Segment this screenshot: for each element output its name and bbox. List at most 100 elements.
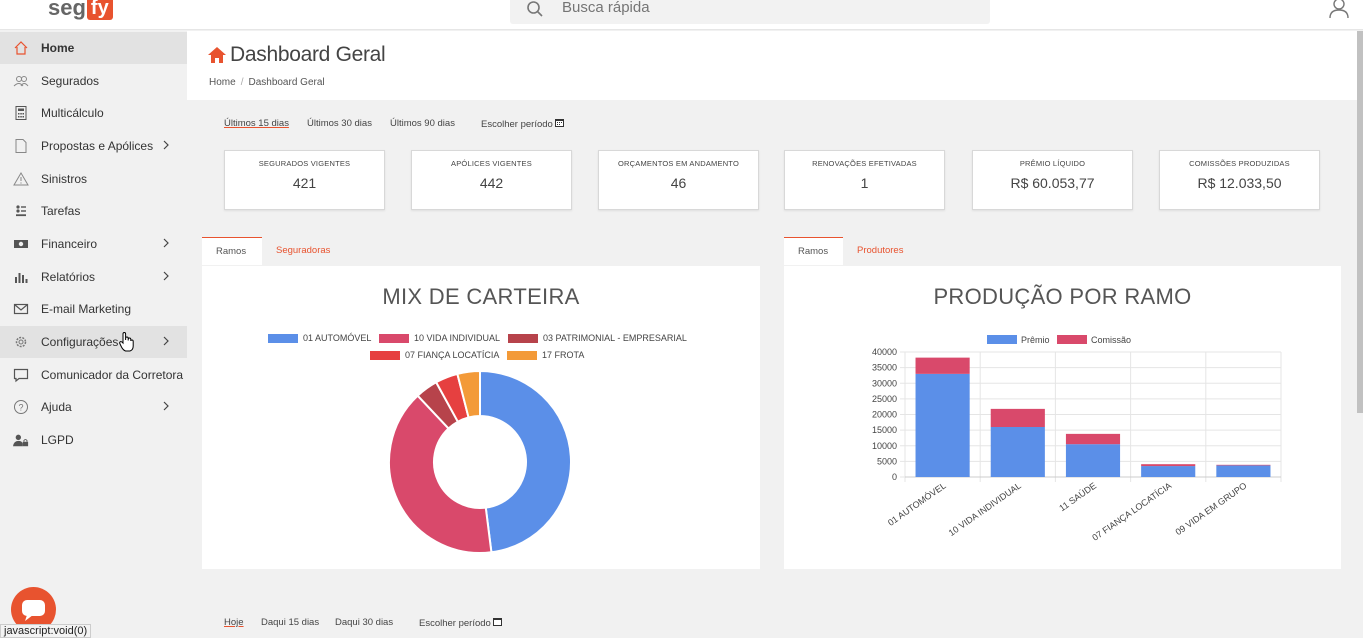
sidebar-item-tarefas[interactable]: Tarefas [0,195,187,227]
sidebar-item-label: LGPD [41,433,74,447]
donut-chart [388,369,572,554]
search-input[interactable] [562,0,962,16]
y-tick-label: 15000 [872,425,897,435]
gear-icon [15,336,27,348]
sidebar-item-label: Segurados [41,74,100,88]
money-icon [14,240,28,248]
kpi-title: PRÊMIO LÍQUIDO [1019,159,1086,168]
filter-15-days[interactable]: Últimos 15 dias [224,118,289,129]
chevron-right-icon [163,238,169,248]
tab-ramos[interactable]: Ramos [202,237,262,265]
calendar-icon [555,119,565,127]
sidebar-item-lgpd[interactable]: LGPD [0,424,187,456]
kpi-card-premio: PRÊMIO LÍQUIDO R$ 60.053,77 [972,150,1133,210]
tab-seguradoras[interactable]: Seguradoras [262,237,344,265]
scrollbar[interactable] [1357,31,1363,413]
x-tick-label: 10 VIDA INDIVIDUAL [947,480,1023,538]
filter-today[interactable]: Hoje [224,617,244,628]
filter-choose-period[interactable]: Escolher período [419,617,503,629]
chevron-right-icon [163,140,169,150]
tab-ramos[interactable]: Ramos [784,237,843,265]
breadcrumb-current: Dashboard Geral [248,77,325,88]
bar [1065,433,1121,445]
y-tick-label: 10000 [872,441,897,451]
sidebar-item-multicalculo[interactable]: Multicálculo [0,97,187,129]
chevron-right-icon [163,271,169,281]
tasks-icon [16,205,26,217]
sidebar-item-propostas[interactable]: Propostas e Apólices [0,130,187,162]
sidebar-item-configuracoes[interactable]: Configurações [0,326,187,358]
bar [1065,444,1121,477]
tab-produtores[interactable]: Produtores [843,237,917,265]
sidebar-item-label: Home [41,41,75,55]
email-icon [13,303,29,315]
y-tick-label: 40000 [872,347,897,357]
home-icon [14,41,28,55]
warning-icon [13,172,29,186]
y-tick-label: 0 [892,472,897,482]
kpi-value: 46 [670,175,687,191]
bar [1216,464,1271,466]
x-tick-label: 07 FIANÇA LOCATÍCIA [1090,480,1173,542]
main-content: Dashboard Geral Home / Dashboard Geral Últ… [187,31,1357,638]
y-tick-label: 5000 [877,456,897,466]
sidebar-item-email-marketing[interactable]: E-mail Marketing [0,293,187,325]
document-icon [15,139,27,153]
y-tick-label: 30000 [872,378,897,388]
bar-chart: Prêmio Comissão 0 5000 10000 15000 20000 25000 3… [872,335,1282,543]
kpi-title: COMISSÕES PRODUZIDAS [1189,159,1290,168]
logo-text-right: fy [86,0,113,20]
y-tick-label: 25000 [872,394,897,404]
breadcrumb: Home / Dashboard Geral [209,77,325,88]
kpi-value: 1 [860,175,869,191]
filter-30-days[interactable]: Últimos 30 dias [307,118,372,129]
kpi-card-comissoes: COMISSÕES PRODUZIDAS R$ 12.033,50 [1159,150,1320,210]
bar [1141,464,1196,467]
search-box[interactable] [510,0,990,24]
y-tick-label: 20000 [872,410,897,420]
top-bar: seg fy [0,0,1363,30]
kpi-card-apolices: APÓLICES VIGENTES 442 [411,150,572,210]
filter-choose-period[interactable]: Escolher período [481,118,565,130]
x-tick-label: 11 SAÚDE [1057,480,1098,513]
chevron-right-icon [163,401,169,411]
sidebar-item-label: Tarefas [41,204,81,218]
users-icon [13,76,29,87]
sidebar-item-home[interactable]: Home [0,32,187,64]
kpi-title: APÓLICES VIGENTES [451,159,532,168]
home-icon [208,47,226,63]
kpi-value: 421 [292,175,317,191]
breadcrumb-home[interactable]: Home [209,77,236,88]
sidebar-item-relatorios[interactable]: Relatórios [0,261,187,293]
x-tick-label: 01 AUTOMÓVEL [886,480,948,527]
logo-text-left: seg [48,0,86,20]
filter-next-30-days[interactable]: Daqui 30 dias [335,617,393,628]
page-title: Dashboard Geral [230,43,386,66]
search-icon [527,1,543,17]
kpi-title: ORÇAMENTOS EM ANDAMENTO [617,159,739,168]
sidebar-item-financeiro[interactable]: Financeiro [0,228,187,260]
kpi-card-orcamentos: ORÇAMENTOS EM ANDAMENTO 46 [598,150,759,210]
legend-swatch [1057,335,1087,344]
sidebar-item-label: Financeiro [41,237,98,251]
sidebar-item-segurados[interactable]: Segurados [0,65,187,97]
status-bar: javascript:void(0) [0,624,92,638]
sidebar-item-ajuda[interactable]: ? Ajuda [0,391,187,423]
bar [990,427,1045,477]
bar [990,408,1045,427]
sidebar-item-comunicador[interactable]: Comunicador da Corretora [0,359,187,391]
bar [1141,466,1196,477]
sidebar: Home Segurados Multicálculo Propostas e … [0,31,187,638]
user-icon[interactable] [1328,0,1350,18]
sidebar-item-label: Sinistros [41,172,88,186]
sidebar-item-label: Relatórios [41,270,96,284]
logo[interactable]: seg fy [48,0,113,22]
sidebar-item-sinistros[interactable]: Sinistros [0,163,187,195]
filter-next-15-days[interactable]: Daqui 15 dias [261,617,319,628]
filter-90-days[interactable]: Últimos 90 dias [390,118,455,129]
svg-text:?: ? [18,403,23,413]
kpi-value: R$ 12.033,50 [1197,175,1282,191]
sidebar-item-label: Propostas e Apólices [41,139,154,153]
calendar-icon [493,618,503,626]
sidebar-item-label: E-mail Marketing [41,302,132,316]
